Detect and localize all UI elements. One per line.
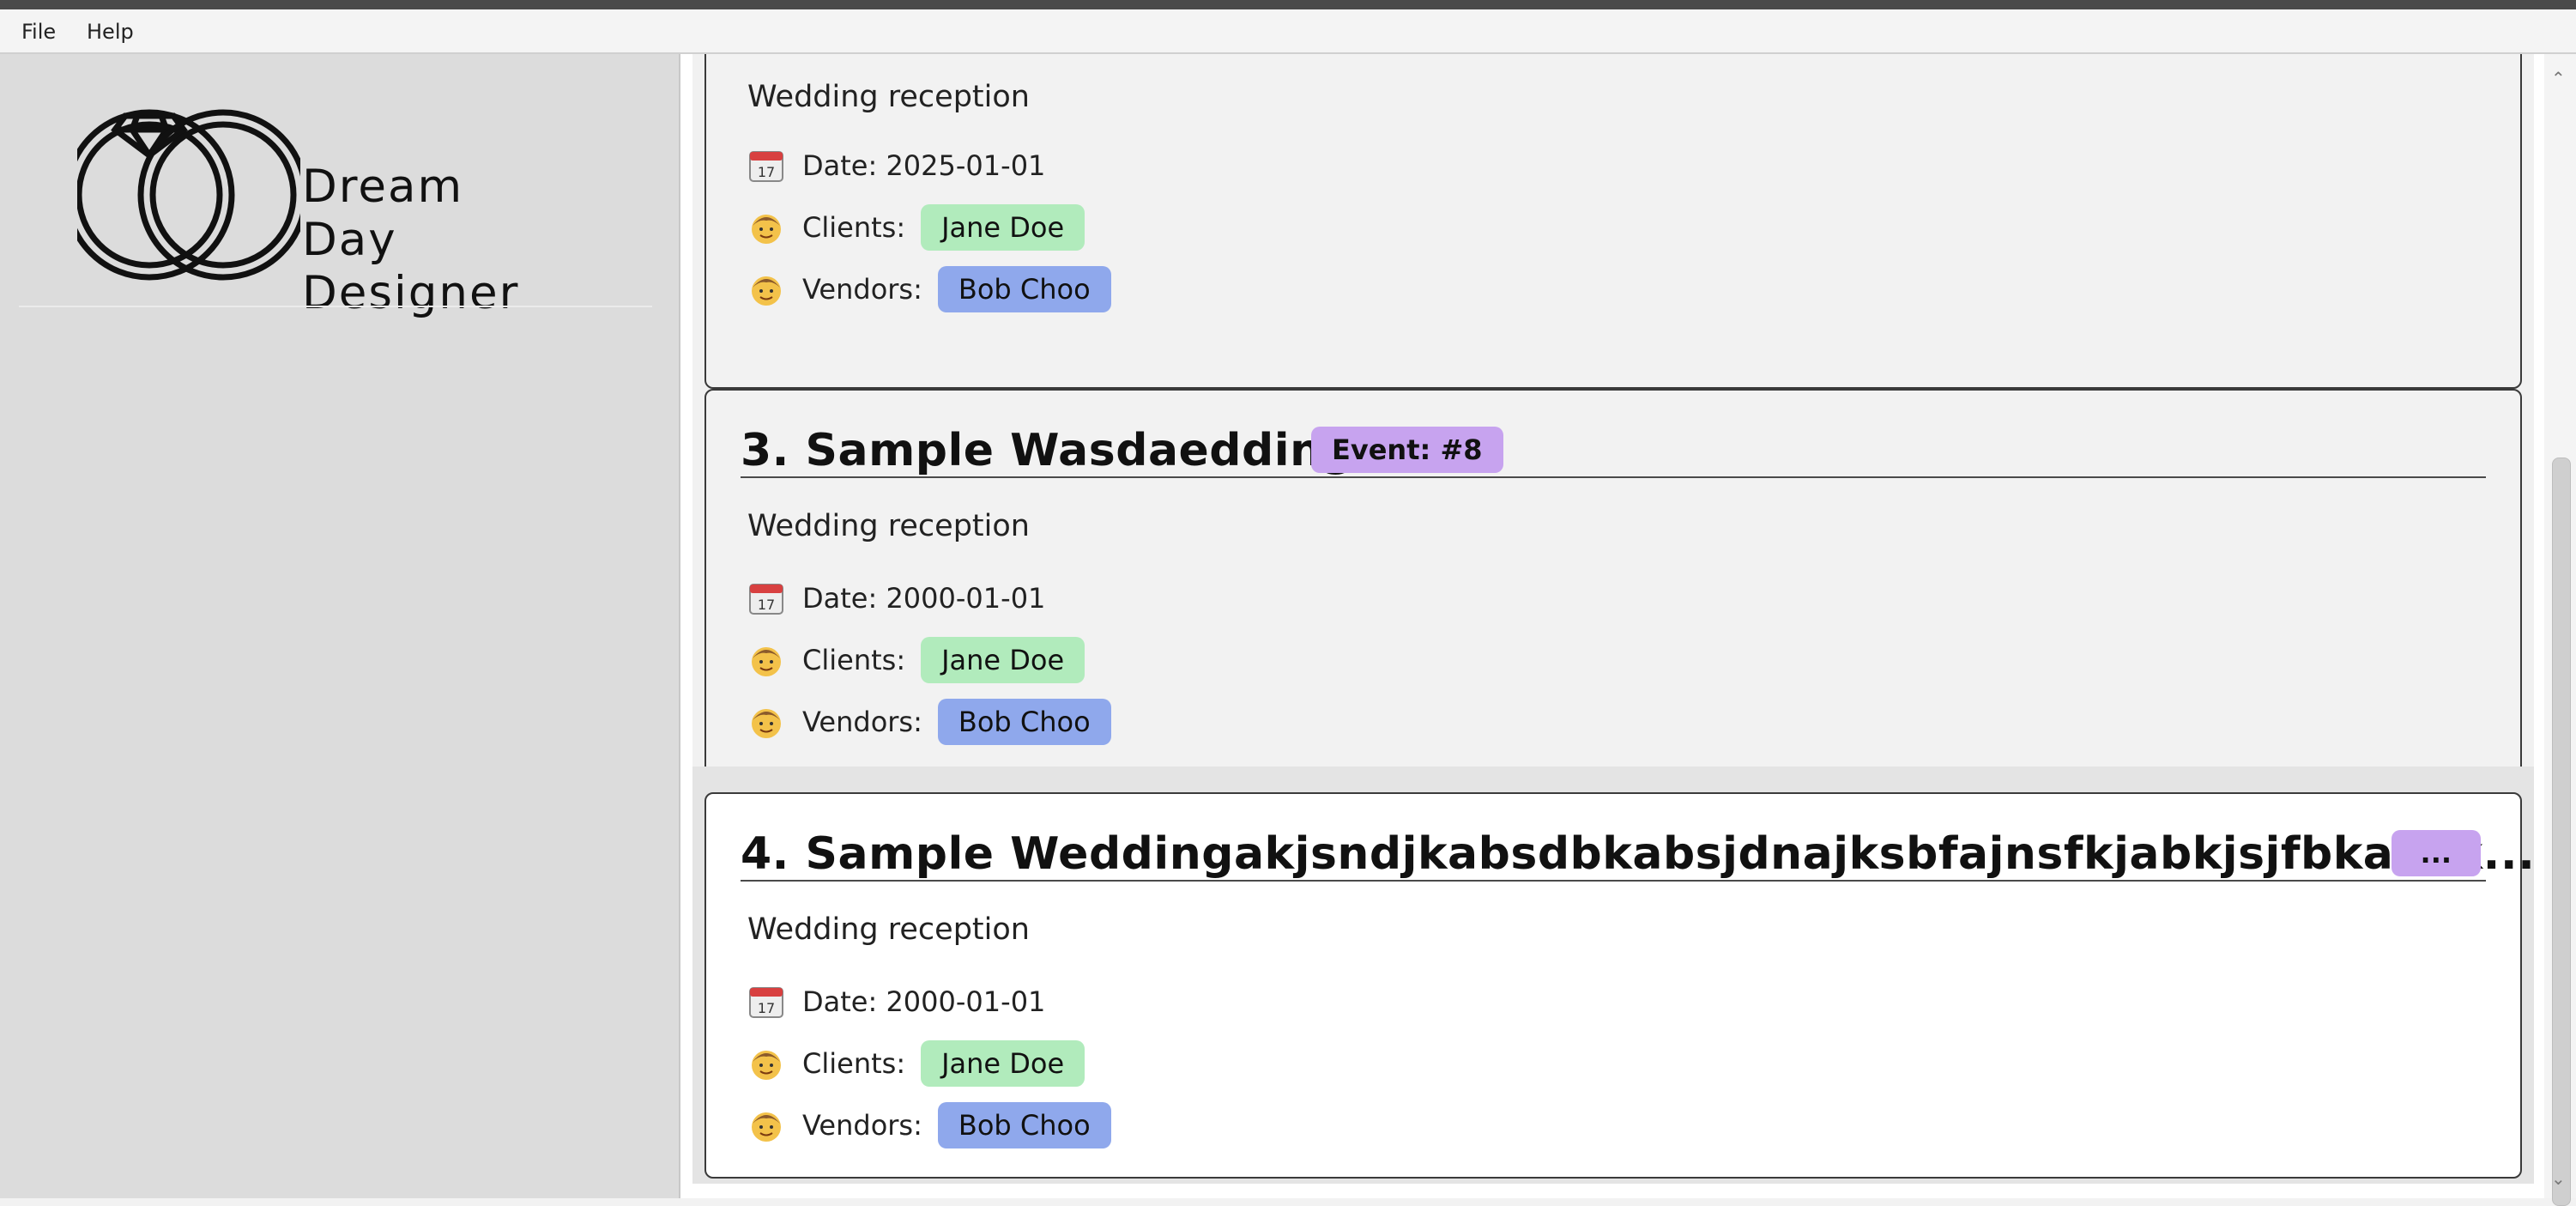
person-icon [747, 1045, 785, 1082]
menu-help[interactable]: Help [87, 18, 134, 45]
person-icon [747, 1106, 785, 1144]
wedding-rings-icon [77, 109, 300, 281]
svg-text:17: 17 [758, 164, 775, 180]
clients-label: Clients: [802, 211, 906, 244]
event-card[interactable]: Wedding reception 17 Date: 2025-01-01 Cl… [704, 54, 2522, 389]
svg-text:17: 17 [758, 597, 775, 613]
event-title: 3. Sample Wasdaedding [741, 425, 1355, 476]
calendar-icon: 17 [747, 147, 785, 185]
event-card-cell[interactable]: 3. Sample Wasdaedding Event: #8 Wedding … [692, 389, 2534, 809]
vendor-chip: Bob Choo [937, 1102, 1111, 1148]
event-description: Wedding reception [747, 912, 1030, 947]
logo-line-dream: Dream [302, 161, 464, 213]
date-label: Date: 2025-01-01 [802, 149, 1046, 182]
app-name: Dream Day Designer [302, 161, 519, 320]
event-card-header: 3. Sample Wasdaedding Event: #8 [741, 425, 2486, 478]
event-vendors-row: Vendors: Bob Choo [747, 265, 1111, 313]
event-card[interactable]: 4. Sample Weddingakjsndjkabsdbkabsjdnajk… [704, 792, 2535, 1179]
event-vendors-row: Vendors: Bob Choo [747, 1101, 1111, 1149]
event-clients-row: Clients: Jane Doe [747, 1039, 1085, 1088]
svg-text:17: 17 [758, 1000, 775, 1016]
date-label: Date: 2000-01-01 [802, 582, 1046, 615]
vendor-chip: Bob Choo [937, 266, 1111, 312]
calendar-icon: 17 [747, 579, 785, 617]
event-date-row: 17 Date: 2000-01-01 [747, 978, 1061, 1026]
clients-label: Clients: [802, 1047, 906, 1080]
vendors-label: Vendors: [802, 706, 922, 738]
person-icon [747, 641, 785, 679]
event-id-badge: Event: #8 [1311, 427, 1503, 473]
logo-line-designer: Designer [302, 267, 520, 319]
person-icon [747, 703, 785, 741]
sidebar: Dream Day Designer [0, 54, 680, 1198]
window-title-bar [0, 0, 2576, 9]
vertical-scrollbar[interactable]: ⌃ ⌄ [2544, 54, 2576, 1206]
client-chip: Jane Doe [921, 637, 1085, 683]
event-card-cell-selected[interactable]: 4. Sample Weddingakjsndjkabsdbkabsjdnajk… [692, 767, 2535, 1184]
clients-label: Clients: [802, 644, 906, 676]
date-label: Date: 2000-01-01 [802, 985, 1046, 1018]
client-chip: Jane Doe [921, 204, 1085, 251]
vendor-chip: Bob Choo [937, 699, 1111, 745]
logo-line-day: Day [302, 214, 397, 266]
sidebar-divider [19, 306, 652, 307]
event-card[interactable]: 3. Sample Wasdaedding Event: #8 Wedding … [704, 389, 2522, 809]
event-vendors-row: Vendors: Bob Choo [747, 698, 1111, 746]
event-description: Wedding reception [747, 509, 1030, 543]
person-icon [747, 270, 785, 308]
person-icon [747, 209, 785, 246]
event-list[interactable]: Wedding reception 17 Date: 2025-01-01 Cl… [680, 54, 2544, 1198]
event-card-header: 4. Sample Weddingakjsndjkabsdbkabsjdnajk… [741, 828, 2535, 882]
event-clients-row: Clients: Jane Doe [747, 203, 1085, 252]
event-date-row: 17 Date: 2000-01-01 [747, 574, 1061, 622]
event-date-row: 17 Date: 2025-01-01 [747, 142, 1061, 190]
menu-bar: File Help [0, 9, 2576, 54]
menu-file[interactable]: File [21, 18, 56, 45]
scroll-up-arrow-icon[interactable]: ⌃ [2551, 70, 2566, 87]
scrollbar-thumb[interactable] [2552, 458, 2571, 1206]
app-logo: Dream Day Designer [77, 99, 523, 330]
client-chip: Jane Doe [921, 1040, 1085, 1087]
scroll-down-arrow-icon[interactable]: ⌄ [2551, 1170, 2566, 1187]
vendors-label: Vendors: [802, 273, 922, 306]
event-description: Wedding reception [747, 80, 1030, 114]
event-id-badge: ... [2391, 830, 2481, 876]
event-title: 4. Sample Weddingakjsndjkabsdbkabsjdnajk… [741, 828, 2536, 880]
event-card-cell[interactable]: Wedding reception 17 Date: 2025-01-01 Cl… [692, 54, 2534, 389]
event-clients-row: Clients: Jane Doe [747, 636, 1085, 684]
vendors-label: Vendors: [802, 1109, 922, 1142]
calendar-icon: 17 [747, 983, 785, 1021]
